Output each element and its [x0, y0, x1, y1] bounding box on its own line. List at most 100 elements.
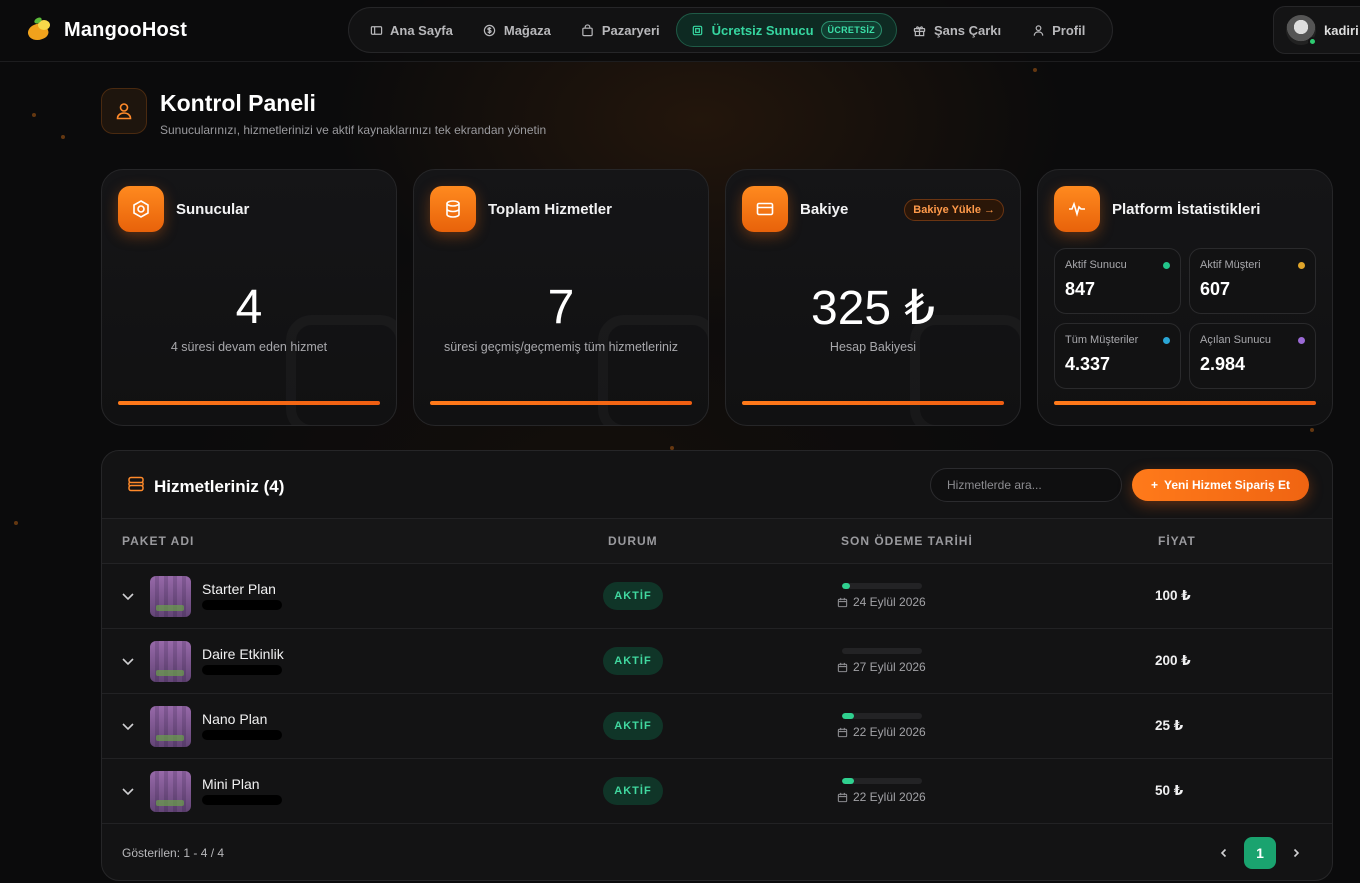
stat-label: Aktif Müşteri — [1200, 259, 1261, 271]
user-icon — [101, 88, 147, 134]
card-title: Bakiye — [800, 201, 849, 218]
stat-all-customers: Tüm Müşteriler 4.337 — [1054, 323, 1181, 389]
column-header-price[interactable]: FİYAT — [1158, 534, 1196, 548]
redacted-text — [202, 795, 282, 805]
progress-fill — [842, 713, 854, 719]
bg-particle — [14, 521, 18, 525]
bg-particle — [61, 135, 65, 139]
nav-item-profile[interactable]: Profil — [1017, 13, 1099, 47]
nav-item-label: Pazaryeri — [601, 22, 660, 38]
nav-item-label: Ana Sayfa — [390, 22, 453, 38]
price: 25 ₺ — [1155, 718, 1184, 733]
time-progress-bar — [842, 778, 922, 784]
gift-icon — [913, 23, 927, 37]
price: 50 ₺ — [1155, 783, 1184, 798]
home-icon — [369, 23, 383, 37]
status-dot — [1298, 337, 1305, 344]
page-button-current[interactable]: 1 — [1244, 837, 1276, 869]
platform-stats-card: Platform İstatistikleri Aktif Sunucu 847… — [1037, 169, 1333, 426]
services-search-input[interactable] — [930, 468, 1122, 502]
calendar-icon — [837, 597, 848, 607]
table-row[interactable]: Daire Etkinlik AKTİF 27 Eylül 2026 200 ₺ — [102, 629, 1332, 694]
panel-header: Hizmetleriniz (4) + Yeni Hizmet Sipariş … — [102, 451, 1332, 519]
user-menu[interactable]: kadiri — [1273, 6, 1360, 54]
balance-amount: 325 ₺ — [811, 282, 935, 335]
due-date-text: 27 Eylül 2026 — [853, 660, 926, 674]
chip-icon — [691, 23, 705, 37]
time-progress-bar — [842, 583, 922, 589]
status-badge: AKTİF — [603, 777, 663, 805]
page-header: Kontrol Paneli Sunucularınızı, hizmetler… — [101, 88, 546, 137]
brand[interactable]: MangooHost — [25, 16, 188, 44]
chevron-down-icon[interactable] — [120, 653, 136, 674]
stat-label: Tüm Müşteriler — [1065, 334, 1139, 346]
column-header-package[interactable]: PAKET ADI — [122, 534, 194, 548]
stat-opened-servers: Açılan Sunucu 2.984 — [1189, 323, 1316, 389]
card-caption: Hesap Bakiyesi — [829, 340, 917, 354]
total-services-card: Toplam Hizmetler 7 süresi geçmiş/geçmemi… — [413, 169, 709, 426]
chevron-down-icon[interactable] — [120, 718, 136, 739]
nav-item-free-server[interactable]: Ücretsiz Sunucu ÜCRETSİZ — [675, 13, 897, 47]
table-row[interactable]: Nano Plan AKTİF 22 Eylül 2026 25 ₺ — [102, 694, 1332, 759]
status-badge: AKTİF — [603, 712, 663, 740]
status-dot — [1298, 262, 1305, 269]
card-title: Sunucular — [176, 201, 250, 218]
next-page-button[interactable] — [1280, 837, 1312, 869]
stat-value: 607 — [1200, 279, 1231, 299]
user-icon — [1031, 23, 1045, 37]
main-nav: Ana Sayfa Mağaza Pazaryeri Ücretsiz Sunu… — [348, 7, 1113, 53]
calendar-icon — [837, 662, 848, 672]
calendar-icon — [837, 792, 848, 802]
services-count: 7 — [547, 281, 575, 334]
due-date: 22 Eylül 2026 — [837, 790, 926, 804]
table-row[interactable]: Starter Plan AKTİF 24 Eylül 2026 100 ₺ — [102, 564, 1332, 629]
chevron-down-icon[interactable] — [120, 588, 136, 609]
server-icon — [118, 186, 164, 232]
column-header-due-date[interactable]: SON ÖDEME TARİHİ — [841, 534, 973, 548]
stat-label: Açılan Sunucu — [1200, 334, 1271, 346]
table-row[interactable]: Mini Plan AKTİF 22 Eylül 2026 50 ₺ — [102, 759, 1332, 824]
redacted-text — [202, 600, 282, 610]
panel-title-group: Hizmetleriniz (4) — [127, 475, 284, 498]
nav-item-marketplace[interactable]: Pazaryeri — [567, 13, 674, 47]
dollar-icon — [483, 23, 497, 37]
chevron-right-icon — [1293, 848, 1300, 858]
pagination-summary: Gösterilen: 1 - 4 / 4 — [122, 846, 225, 860]
prev-page-button[interactable] — [1208, 837, 1240, 869]
due-date-text: 22 Eylül 2026 — [853, 725, 926, 739]
nav-item-store[interactable]: Mağaza — [469, 13, 565, 47]
card-accent-bar — [430, 401, 692, 405]
nav-item-lucky-wheel[interactable]: Şans Çarkı — [899, 13, 1015, 47]
bag-icon — [581, 23, 595, 37]
brand-name: MangooHost — [64, 18, 188, 41]
stat-value: 2.984 — [1200, 354, 1246, 374]
mango-logo-icon — [25, 16, 54, 44]
activity-icon — [1054, 186, 1100, 232]
nav-item-label: Ücretsiz Sunucu — [711, 22, 814, 38]
bg-particle — [32, 113, 36, 117]
status-badge: AKTİF — [603, 582, 663, 610]
package-thumbnail — [150, 576, 191, 617]
chevron-left-icon — [1220, 848, 1227, 858]
package-name: Starter Plan — [202, 581, 276, 597]
table-footer: Gösterilen: 1 - 4 / 4 1 — [102, 824, 1332, 880]
stat-value: 4.337 — [1065, 354, 1111, 374]
database-icon — [430, 186, 476, 232]
credit-card-icon — [742, 186, 788, 232]
stat-active-customers: Aktif Müşteri 607 — [1189, 248, 1316, 314]
time-progress-bar — [842, 713, 922, 719]
new-service-order-button[interactable]: + Yeni Hizmet Sipariş Et — [1132, 469, 1309, 501]
package-thumbnail — [150, 771, 191, 812]
due-date-text: 22 Eylül 2026 — [853, 790, 926, 804]
nav-item-home[interactable]: Ana Sayfa — [355, 13, 467, 47]
table-header: PAKET ADI DURUM SON ÖDEME TARİHİ FİYAT — [102, 518, 1332, 564]
card-accent-bar — [118, 401, 380, 405]
top-up-balance-button[interactable]: Bakiye Yükle → — [904, 199, 1004, 221]
chevron-down-icon[interactable] — [120, 783, 136, 804]
card-title: Toplam Hizmetler — [488, 201, 612, 218]
due-date-text: 24 Eylül 2026 — [853, 595, 926, 609]
price: 100 ₺ — [1155, 588, 1191, 603]
column-header-status[interactable]: DURUM — [608, 534, 658, 548]
due-date: 24 Eylül 2026 — [837, 595, 926, 609]
stat-label: Aktif Sunucu — [1065, 259, 1127, 271]
